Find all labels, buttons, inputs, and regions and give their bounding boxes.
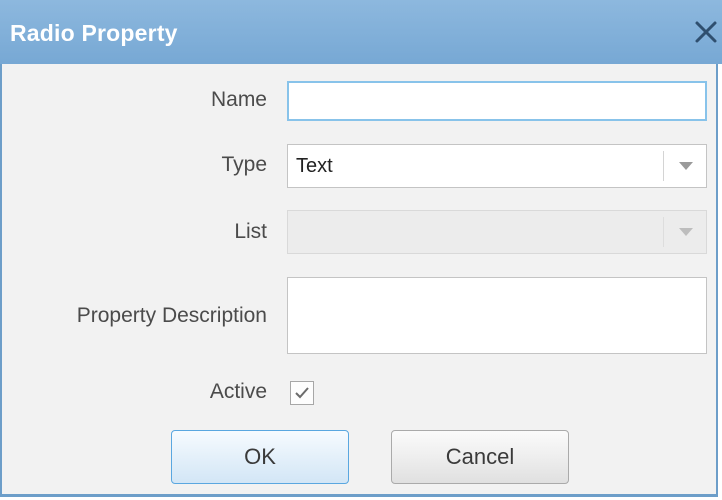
- list-select-divider: [663, 217, 664, 247]
- chevron-down-icon[interactable]: [679, 162, 693, 170]
- name-label: Name: [210, 88, 267, 111]
- type-select-divider: [663, 151, 664, 181]
- close-x-icon: [695, 21, 717, 43]
- dialog-title: Radio Property: [10, 20, 178, 46]
- active-label: Active: [209, 380, 267, 403]
- close-button[interactable]: [692, 18, 720, 46]
- ok-button[interactable]: OK: [171, 430, 349, 484]
- dialog-titlebar: Radio Property: [0, 0, 722, 64]
- name-input[interactable]: [287, 81, 707, 121]
- cancel-button[interactable]: Cancel: [391, 430, 569, 484]
- list-label: List: [234, 220, 267, 243]
- type-select-value: Text: [296, 155, 333, 177]
- checkmark-icon: [295, 387, 309, 399]
- property-description-field[interactable]: [287, 277, 707, 354]
- type-select[interactable]: Text: [287, 144, 707, 188]
- type-label: Type: [221, 153, 267, 176]
- chevron-down-icon: [679, 228, 693, 236]
- active-checkbox[interactable]: [290, 381, 314, 405]
- list-select: [287, 210, 707, 254]
- property-description-label: Property Description: [76, 304, 267, 327]
